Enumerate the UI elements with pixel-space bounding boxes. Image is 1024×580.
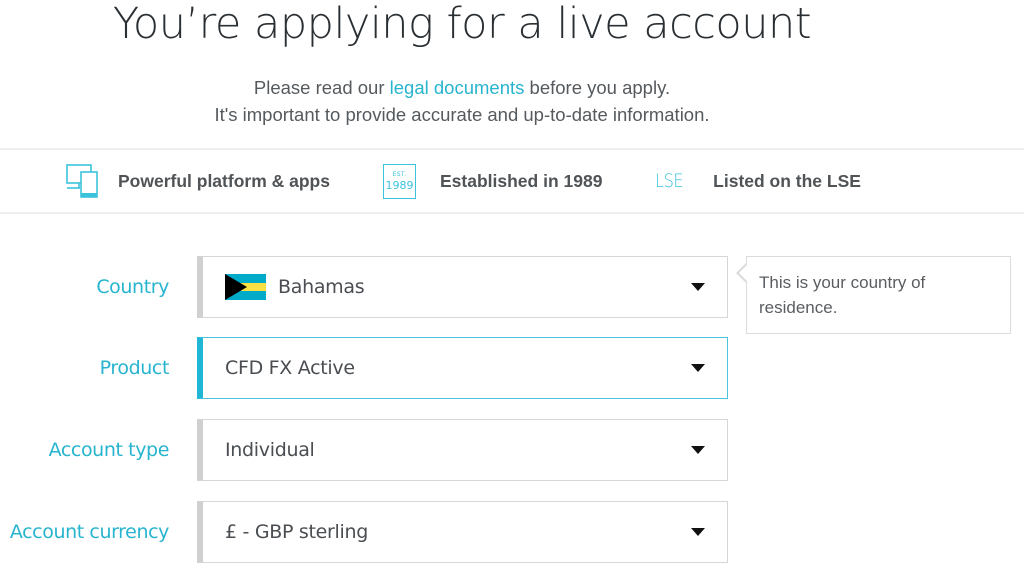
caret-down-icon <box>691 528 705 536</box>
product-label: Product <box>99 357 170 379</box>
live-account-application-page: You’re applying for a live account Pleas… <box>0 0 1024 580</box>
usp-established: EST. 1989 Established in 1989 <box>383 150 602 212</box>
flag-triangle <box>225 274 247 300</box>
est-year: 1989 <box>385 178 414 192</box>
est-text: EST. <box>392 170 407 178</box>
country-value: Bahamas <box>278 276 365 298</box>
legal-documents-link[interactable]: legal documents <box>390 77 525 98</box>
caret-down-icon <box>691 446 705 454</box>
account-currency-select[interactable]: £ - GBP sterling <box>197 501 728 563</box>
usp-bar: Powerful platform & apps EST. 1989 Estab… <box>0 148 1024 214</box>
tooltip-text: This is your country of residence. <box>759 273 926 317</box>
product-row: Product CFD FX Active <box>0 337 1024 399</box>
account-type-value: Individual <box>225 439 315 461</box>
intro-prefix: Please read our <box>253 77 390 98</box>
devices-icon <box>66 164 98 198</box>
bahamas-flag-icon <box>225 274 266 300</box>
account-type-select[interactable]: Individual <box>197 419 728 481</box>
intro-text: Please read our legal documents before y… <box>0 74 924 128</box>
country-tooltip: This is your country of residence. <box>736 256 1011 334</box>
usp-established-label: Established in 1989 <box>440 170 603 191</box>
country-select[interactable]: Bahamas <box>197 256 728 318</box>
product-value: CFD FX Active <box>225 357 355 379</box>
usp-lse: LSE Listed on the LSE <box>655 150 861 212</box>
page-title: You’re applying for a live account <box>112 0 812 49</box>
account-currency-value: £ - GBP sterling <box>225 521 368 543</box>
intro-line-1: Please read our legal documents before y… <box>0 74 924 101</box>
lse-icon: LSE <box>655 170 684 192</box>
usp-platform-label: Powerful platform & apps <box>118 170 330 191</box>
account-type-row: Account type Individual <box>0 419 1024 481</box>
product-select[interactable]: CFD FX Active <box>197 337 728 399</box>
intro-line-2: It's important to provide accurate and u… <box>214 104 710 125</box>
caret-down-icon <box>691 283 705 291</box>
intro-suffix: before you apply. <box>524 77 671 98</box>
caret-down-icon <box>691 364 705 372</box>
account-currency-label: Account currency <box>9 521 170 543</box>
account-type-label: Account type <box>48 439 170 461</box>
established-badge-icon: EST. 1989 <box>383 163 416 199</box>
country-label: Country <box>96 276 169 298</box>
account-currency-row: Account currency £ - GBP sterling <box>0 501 1024 563</box>
usp-lse-label: Listed on the LSE <box>713 170 861 191</box>
usp-platform: Powerful platform & apps <box>66 150 330 212</box>
